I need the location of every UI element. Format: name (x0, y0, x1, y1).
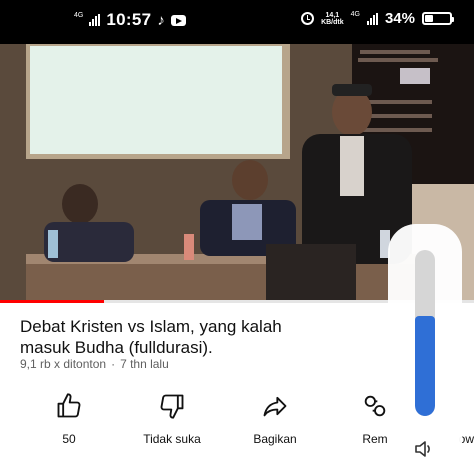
share-arrow-icon (263, 396, 287, 417)
banner-text-line (360, 50, 430, 54)
view-count: 9,1 rb x ditonton (20, 357, 107, 371)
status-left: 4G 10:57 ♪ (74, 10, 186, 30)
bottle (48, 230, 58, 258)
status-bar: 4G 10:57 ♪ 14,1 KB/dtk 4G 34% (0, 0, 474, 44)
thumbs-up-icon (57, 393, 81, 418)
like-count: 50 (62, 432, 76, 446)
network-speed-value: 14,1 (325, 11, 340, 19)
person-middle-shirt (232, 204, 262, 240)
speaker-cap (332, 84, 372, 96)
signal-icon (89, 14, 101, 26)
tiktok-icon: ♪ (157, 11, 165, 29)
clock-time: 10:57 (106, 10, 152, 29)
thumbs-down-icon (160, 394, 184, 419)
podium (266, 244, 356, 302)
speaker-shirt (340, 136, 364, 196)
battery-icon (422, 12, 454, 25)
video-meta: 9,1 rb x ditonton · 7 thn lalu (20, 357, 169, 371)
person-middle-head (232, 160, 268, 200)
projector-screen (30, 46, 282, 154)
like-button[interactable]: 50 (24, 392, 114, 446)
video-title-line2: masuk Budha (fulldurasi). (20, 338, 213, 357)
volume-slider[interactable] (415, 250, 435, 416)
volume-level (415, 316, 435, 416)
share-label: Bagikan (253, 432, 297, 446)
alarm-clock-icon (301, 12, 315, 25)
dislike-button[interactable]: Tidak suka (127, 392, 217, 446)
person-left-head (62, 184, 98, 224)
video-title-line1: Debat Kristen vs Islam, yang kalah (20, 317, 282, 336)
share-button[interactable]: Bagikan (230, 392, 320, 446)
remix-icon (364, 395, 386, 417)
video-title[interactable]: Debat Kristen vs Islam, yang kalah masuk… (20, 316, 380, 358)
dislike-label: Tidak suka (143, 432, 201, 446)
bottle (184, 234, 194, 260)
network-speed: 14,1 KB/dtk (321, 12, 344, 26)
network-type-right: 4G (350, 11, 360, 18)
upload-age: 7 thn lalu (120, 357, 169, 371)
network-speed-unit: KB/dtk (321, 18, 344, 26)
banner-text-line (358, 58, 438, 62)
speaker-icon[interactable] (413, 438, 437, 460)
signal-icon-2 (366, 12, 378, 25)
progress-fill (0, 300, 104, 303)
battery-level (425, 15, 433, 22)
battery-percent: 34% (384, 10, 415, 27)
meta-separator: · (111, 357, 116, 371)
youtube-icon (170, 14, 186, 26)
volume-overlay[interactable] (388, 224, 462, 462)
status-right: 14,1 KB/dtk 4G 34% (301, 10, 454, 27)
banner-text-line (360, 128, 432, 132)
banner-text-line (360, 100, 432, 104)
banner-vs (400, 68, 430, 84)
network-type-left: 4G (74, 11, 84, 19)
